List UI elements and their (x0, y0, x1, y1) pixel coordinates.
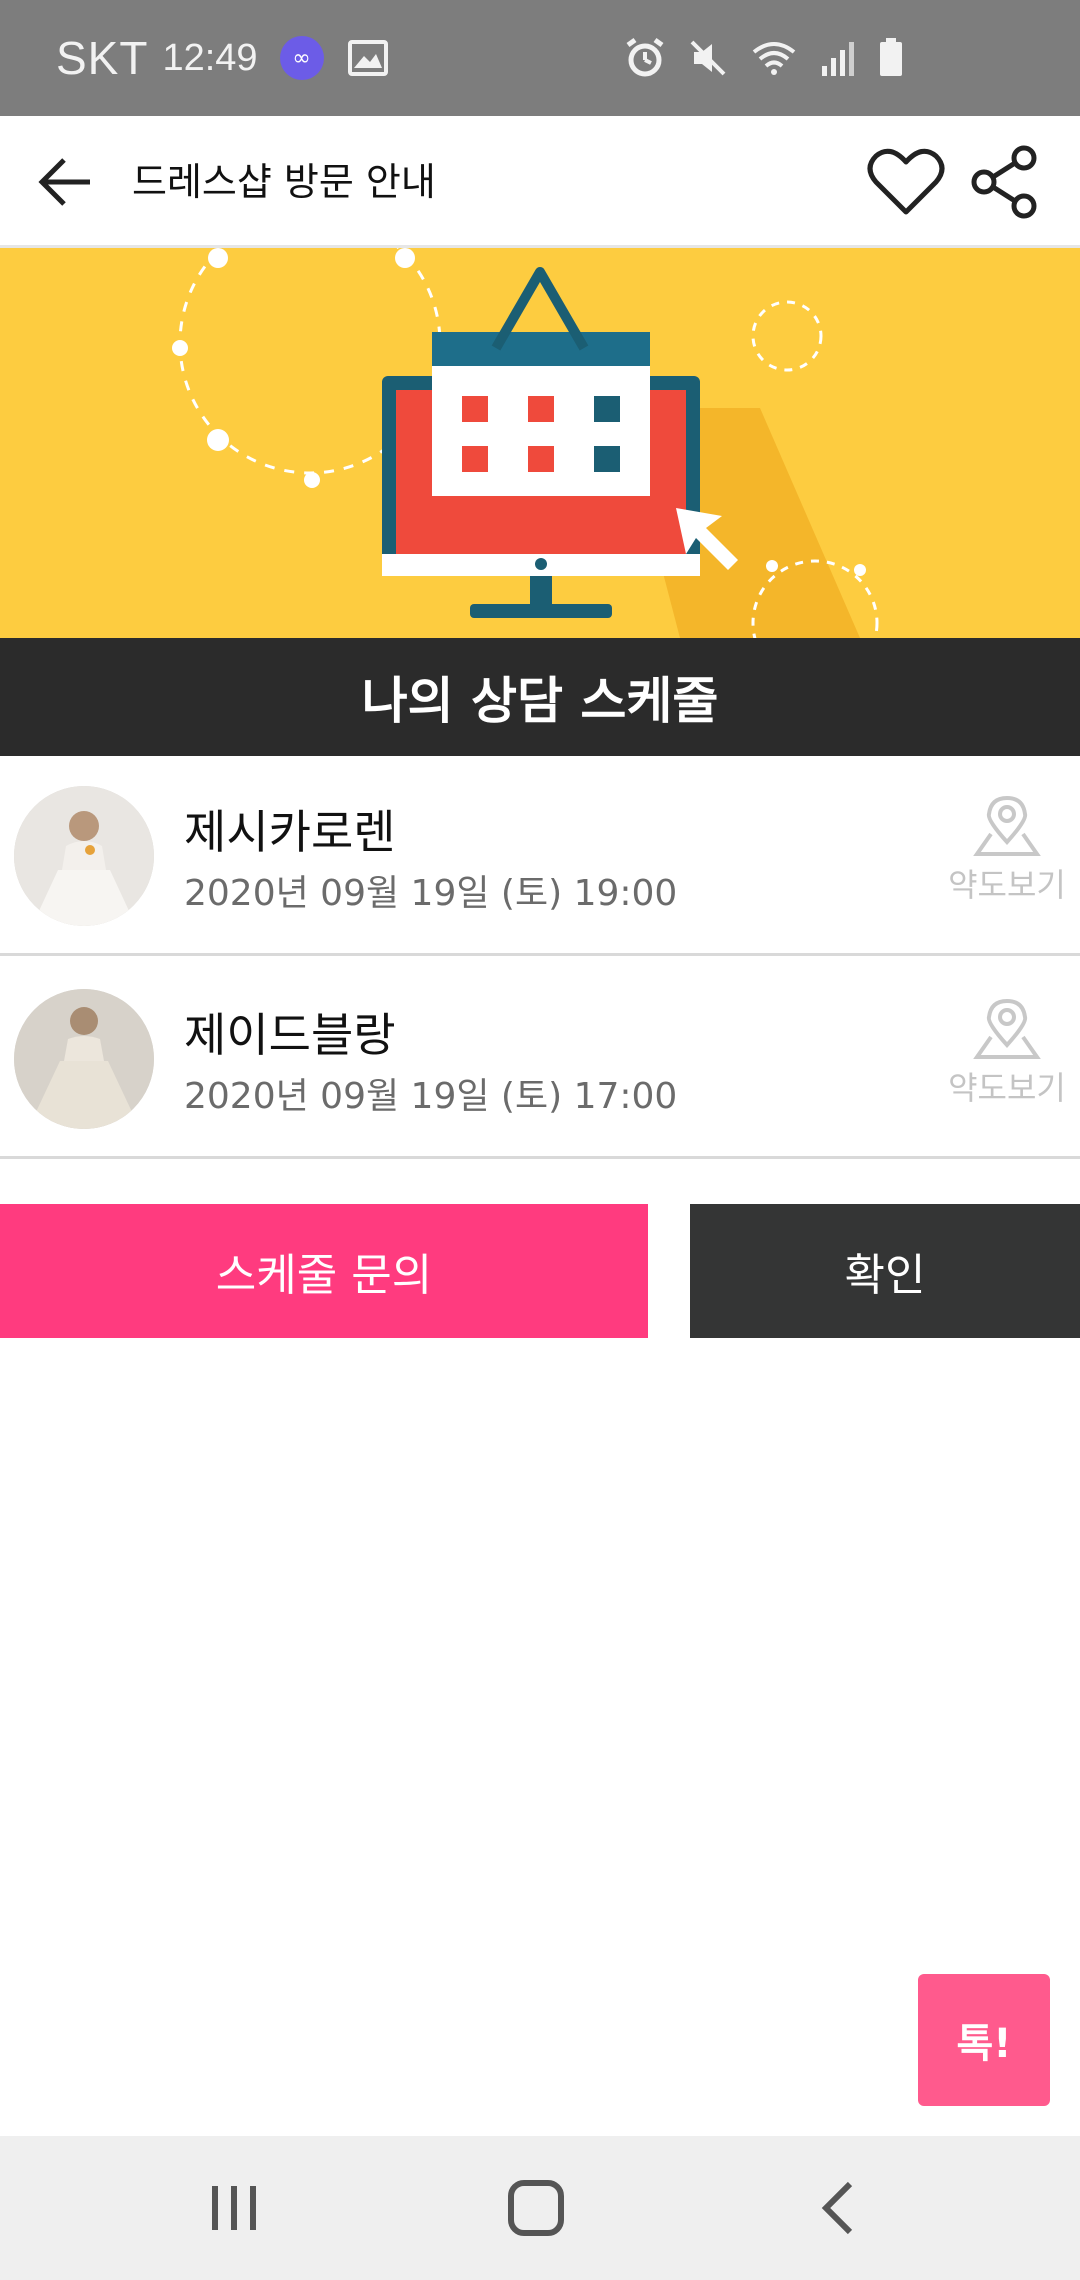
shop-avatar (14, 989, 154, 1129)
map-button[interactable]: 약도보기 (944, 796, 1070, 926)
talk-button[interactable]: 톡! (918, 1974, 1050, 2106)
schedule-inquiry-button[interactable]: 스케줄 문의 (0, 1204, 648, 1338)
schedule-item[interactable]: 제시카로렌 2020년 09월 19일 (토) 19:00 약도보기 (0, 756, 1080, 956)
shop-avatar (14, 786, 154, 926)
calendar-monitor-illustration (172, 248, 879, 638)
alarm-icon (626, 37, 664, 77)
image-notification-icon (347, 40, 388, 76)
wifi-icon (752, 42, 796, 75)
system-nav-bar (0, 2136, 1080, 2280)
status-icons (624, 0, 904, 116)
recent-apps-icon[interactable] (208, 2182, 260, 2234)
app-notification-icon: ∞ (279, 36, 324, 80)
visit-datetime: 2020년 09월 19일 (토) 17:00 (184, 1076, 678, 1117)
app-bar: 드레스샵 방문 안내 (0, 116, 1080, 248)
map-button[interactable]: 약도보기 (944, 999, 1070, 1129)
arrow-left-icon (38, 158, 90, 206)
heart-icon (867, 148, 945, 215)
home-icon[interactable] (508, 2180, 564, 2236)
mute-icon (690, 40, 726, 76)
schedule-item[interactable]: 제이드블랑 2020년 09월 19일 (토) 17:00 약도보기 (0, 959, 1080, 1159)
back-button[interactable] (30, 146, 102, 218)
visit-datetime: 2020년 09월 19일 (토) 19:00 (184, 873, 678, 914)
section-title: 나의 상담 스케줄 (361, 672, 719, 730)
status-left: SKT 12:49 ∞ (56, 0, 388, 116)
status-bar: SKT 12:49 ∞ (0, 0, 1080, 116)
share-icon (971, 145, 1037, 219)
shop-name: 제시카로렌 (184, 805, 396, 859)
shop-name: 제이드블랑 (184, 1008, 396, 1062)
clock: 12:49 (162, 36, 258, 79)
battery-icon (880, 38, 902, 76)
nav-back-icon[interactable] (818, 2180, 858, 2236)
page-title: 드레스샵 방문 안내 (132, 160, 436, 204)
signal-icon (822, 42, 854, 76)
map-pin-icon (973, 999, 1041, 1059)
share-button[interactable] (968, 144, 1044, 220)
map-label: 약도보기 (948, 866, 1066, 904)
section-title-bar: 나의 상담 스케줄 (0, 638, 1080, 756)
carrier-label: SKT (56, 32, 149, 84)
map-pin-icon (973, 796, 1041, 856)
favorite-button[interactable] (866, 146, 946, 218)
map-label: 약도보기 (948, 1069, 1066, 1107)
confirm-button[interactable]: 확인 (690, 1204, 1080, 1338)
schedule-banner (0, 248, 1080, 638)
